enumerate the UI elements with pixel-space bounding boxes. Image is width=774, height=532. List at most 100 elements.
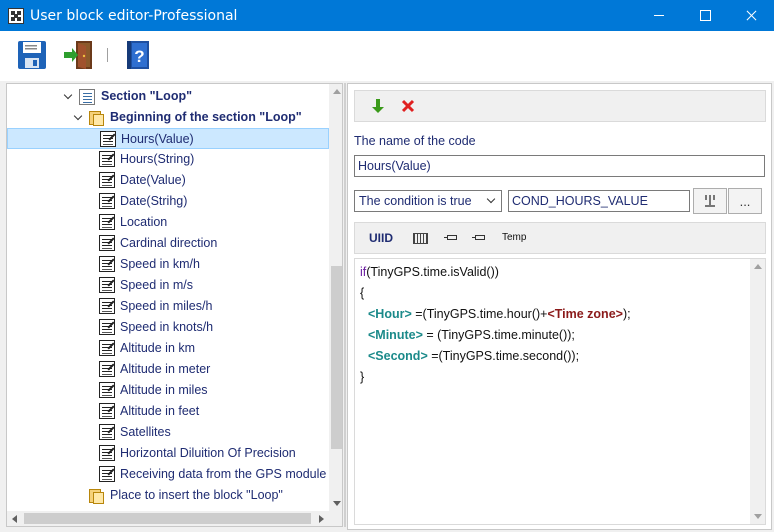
tree-item-label: Altitude in feet <box>120 404 200 418</box>
tree-item-label: Speed in km/h <box>120 257 200 271</box>
minimize-button[interactable] <box>636 0 682 31</box>
tree-item[interactable]: Speed in knots/h <box>7 317 329 338</box>
code-doc-icon <box>99 424 115 440</box>
code-text: =(TinyGPS.time.second()); <box>427 349 580 363</box>
code-editor-panel: The name of the code The condition is tr… <box>347 83 772 530</box>
tree-item[interactable]: Date(Strihg) <box>7 191 329 212</box>
tree-item[interactable]: Speed in m/s <box>7 275 329 296</box>
tree-vertical-scrollbar[interactable] <box>329 84 342 511</box>
scroll-up-arrow-icon[interactable] <box>333 89 341 94</box>
condition-input[interactable] <box>508 190 690 212</box>
code-line: { <box>360 286 365 300</box>
code-variable: <Time zone> <box>547 307 623 321</box>
code-textarea[interactable]: if(TinyGPS.time.isValid()) { <Hour> =(Ti… <box>354 258 766 525</box>
window-title: User block editor-Professional <box>30 7 238 24</box>
code-doc-icon <box>99 172 115 188</box>
tree-item[interactable]: Altitude in meter <box>7 359 329 380</box>
code-name-input[interactable] <box>354 155 765 177</box>
tree-item[interactable]: Satellites <box>7 422 329 443</box>
grid-icon[interactable] <box>413 233 428 244</box>
code-doc-icon <box>99 151 115 167</box>
tree-node-label: Beginning of the section "Loop" <box>110 110 302 124</box>
tree-item[interactable]: Hours(String) <box>7 149 329 170</box>
tree-item-label: Receiving data from the GPS module <box>120 467 327 481</box>
green-down-arrow-icon <box>372 99 384 113</box>
scroll-right-arrow-icon[interactable] <box>319 515 324 523</box>
tree-item[interactable]: Altitude in miles <box>7 380 329 401</box>
chevron-down-icon <box>486 194 496 204</box>
apply-button[interactable] <box>369 97 387 115</box>
tree-item-label: Satellites <box>120 425 171 439</box>
code-text: (TinyGPS.time.isValid()) <box>366 265 499 279</box>
maximize-button[interactable] <box>682 0 728 31</box>
code-doc-icon <box>100 131 116 147</box>
scroll-down-arrow-icon[interactable] <box>333 501 341 506</box>
tag-right-icon[interactable] <box>472 235 485 240</box>
code-doc-icon <box>99 361 115 377</box>
tree-item-label: Speed in knots/h <box>120 320 214 334</box>
exit-button[interactable] <box>62 39 94 71</box>
tree-item-label: Date(Value) <box>120 173 186 187</box>
tree-item-label: Speed in m/s <box>120 278 193 292</box>
floppy-disk-icon <box>18 41 46 69</box>
tree-item-label: Hours(String) <box>120 152 195 166</box>
insert-icon <box>705 195 715 207</box>
tree-item[interactable]: Receiving data from the GPS module <box>7 464 329 485</box>
condition-selected-value: The condition is true <box>359 194 472 208</box>
tree-item-label: Cardinal direction <box>120 236 218 250</box>
collapse-chevron-icon[interactable] <box>64 92 74 102</box>
tree-node-label: Section "Loop" <box>101 89 193 103</box>
save-button[interactable] <box>16 39 48 71</box>
code-doc-icon <box>99 193 115 209</box>
scroll-thumb[interactable] <box>24 513 311 524</box>
tree-item[interactable]: Cardinal direction <box>7 233 329 254</box>
code-text: =(TinyGPS.time.hour()+ <box>411 307 548 321</box>
code-text: = (TinyGPS.time.minute()); <box>422 328 575 342</box>
tree-item[interactable]: Horizontal Diluition Of Precision <box>7 443 329 464</box>
code-name-label: The name of the code <box>354 134 476 148</box>
red-x-icon <box>401 99 415 113</box>
code-doc-icon <box>99 340 115 356</box>
tree-node-beginning-loop[interactable]: Beginning of the section "Loop" <box>7 107 329 128</box>
delete-button[interactable] <box>399 97 417 115</box>
code-vertical-scrollbar[interactable] <box>750 259 765 524</box>
tree-node-section-loop[interactable]: Section "Loop" <box>7 86 329 107</box>
tree-item[interactable]: Location <box>7 212 329 233</box>
scroll-down-arrow-icon[interactable] <box>754 514 762 519</box>
code-doc-icon <box>99 403 115 419</box>
tree-item-label: Horizontal Diluition Of Precision <box>120 446 296 460</box>
code-doc-icon <box>99 445 115 461</box>
tree-item[interactable]: Altitude in km <box>7 338 329 359</box>
code-doc-icon <box>99 214 115 230</box>
pages-icon <box>88 109 104 126</box>
tree-item[interactable]: Hours(Value) <box>7 128 329 149</box>
tree-item[interactable]: Altitude in feet <box>7 401 329 422</box>
scroll-up-arrow-icon[interactable] <box>754 264 762 269</box>
block-tree[interactable]: Section "Loop" Beginning of the section … <box>6 83 343 527</box>
help-button[interactable]: ? <box>122 39 154 71</box>
help-book-icon: ? <box>127 41 149 69</box>
code-toolbar: UIID Temp <box>354 222 766 254</box>
condition-dropdown[interactable]: The condition is true <box>354 190 502 212</box>
tree-item[interactable]: Date(Value) <box>7 170 329 191</box>
tree-node-insert-place[interactable]: Place to insert the block "Loop" <box>7 485 329 506</box>
temp-button[interactable]: Temp <box>502 232 526 243</box>
title-bar: User block editor-Professional <box>0 0 774 31</box>
tree-horizontal-scrollbar[interactable] <box>7 511 329 526</box>
panel-splitter[interactable] <box>344 83 346 527</box>
tree-item-label: Date(Strihg) <box>120 194 188 208</box>
insert-condition-button[interactable] <box>693 188 727 214</box>
collapse-chevron-icon[interactable] <box>74 113 84 123</box>
tag-left-icon[interactable] <box>444 235 457 240</box>
tree-item[interactable]: Speed in km/h <box>7 254 329 275</box>
browse-button[interactable]: ... <box>728 188 762 214</box>
scroll-left-arrow-icon[interactable] <box>12 515 17 523</box>
code-doc-icon <box>99 298 115 314</box>
app-icon <box>8 7 24 24</box>
uiid-button[interactable]: UIID <box>369 231 393 245</box>
tree-item-label: Altitude in miles <box>120 383 208 397</box>
tree-item[interactable]: Speed in miles/h <box>7 296 329 317</box>
code-line: } <box>360 370 365 384</box>
scroll-thumb[interactable] <box>331 266 342 449</box>
close-button[interactable] <box>728 0 774 31</box>
